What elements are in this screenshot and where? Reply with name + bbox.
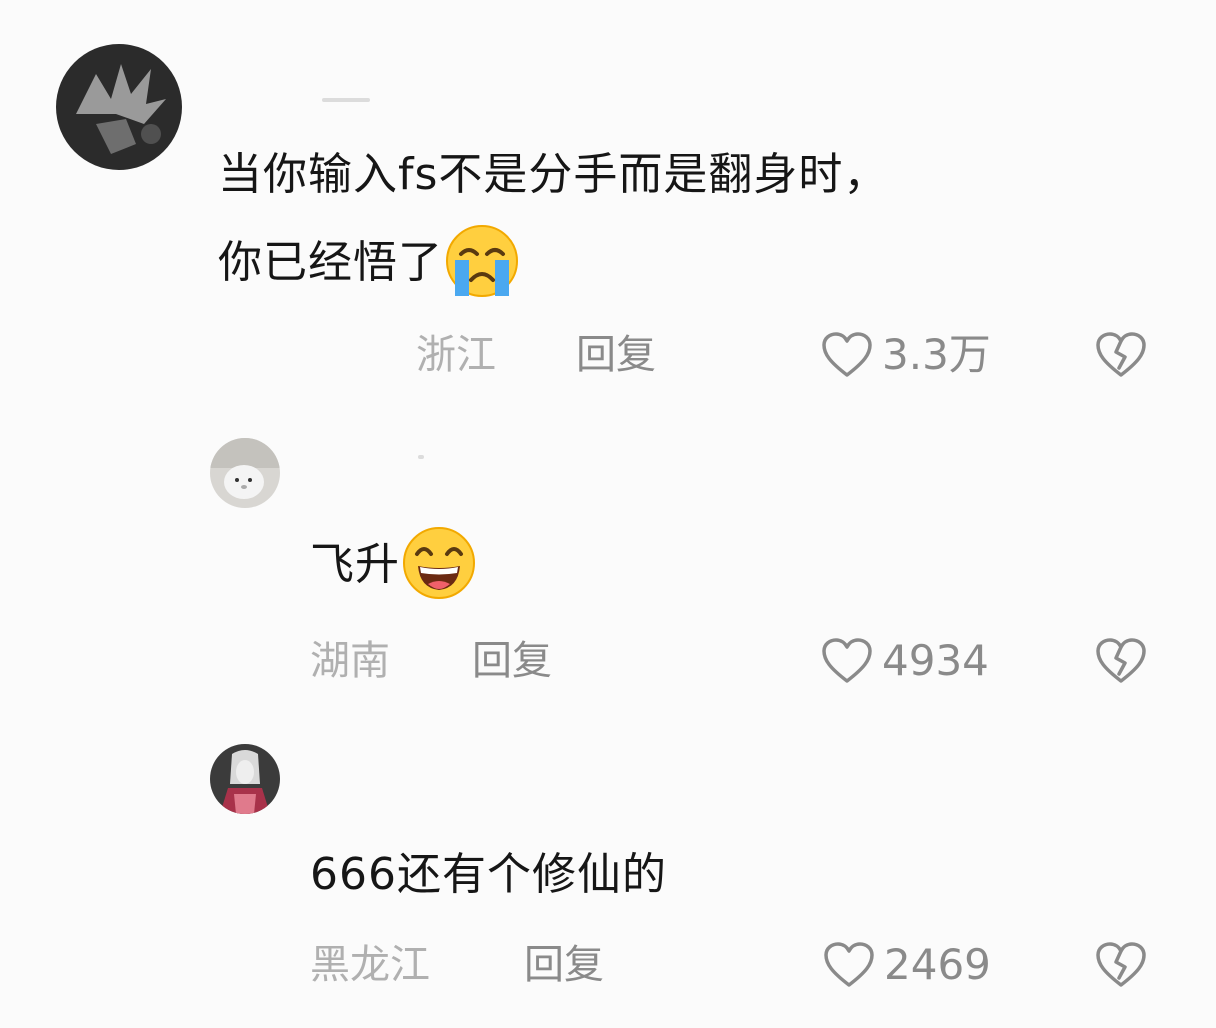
comment-text-line-1: 当你输入fs不是分手而是翻身时， — [218, 149, 889, 200]
heart-outline-icon — [822, 638, 872, 683]
heart-outline-icon — [822, 332, 872, 377]
heart-outline-icon — [824, 942, 874, 987]
like-count: 3.3万 — [882, 330, 991, 379]
like-button[interactable]: 2469 — [822, 940, 991, 990]
avatar[interactable] — [210, 438, 280, 508]
loudly-crying-face-icon — [445, 224, 519, 298]
comment-text-body: 飞升 — [310, 539, 400, 590]
dislike-button[interactable] — [1094, 636, 1148, 686]
broken-heart-icon — [1096, 332, 1146, 377]
dislike-button[interactable] — [1094, 330, 1148, 380]
like-button[interactable]: 3.3万 — [820, 330, 991, 380]
grinning-squinting-face-icon — [402, 526, 476, 600]
like-count: 2469 — [884, 940, 991, 989]
comment-text: 飞升 — [310, 520, 476, 610]
avatar[interactable] — [56, 44, 182, 170]
broken-heart-icon — [1096, 638, 1146, 683]
dislike-button[interactable] — [1094, 940, 1148, 990]
username-placeholder[interactable] — [322, 98, 370, 102]
broken-heart-icon — [1096, 942, 1146, 987]
comment-location: 浙江 — [416, 332, 496, 378]
avatar-image — [210, 438, 280, 508]
comment-text-line-2: 你已经悟了 — [218, 237, 443, 288]
reply-button[interactable]: 回复 — [472, 636, 552, 686]
comment-text-body: 666还有个修仙的 — [310, 849, 667, 900]
avatar-image — [56, 44, 182, 170]
comment-location: 黑龙江 — [310, 942, 430, 988]
reply-button[interactable]: 回复 — [576, 330, 656, 380]
avatar-image — [210, 744, 280, 814]
comment-text: 你已经悟了 — [218, 218, 519, 308]
avatar[interactable] — [210, 744, 280, 814]
username-placeholder[interactable] — [418, 455, 424, 459]
comment-location: 湖南 — [310, 638, 390, 684]
comment-text: 666还有个修仙的 — [310, 830, 667, 920]
like-count: 4934 — [882, 636, 989, 685]
like-button[interactable]: 4934 — [820, 636, 989, 686]
reply-button[interactable]: 回复 — [524, 940, 604, 990]
comment-text: 当你输入fs不是分手而是翻身时， — [218, 130, 888, 220]
